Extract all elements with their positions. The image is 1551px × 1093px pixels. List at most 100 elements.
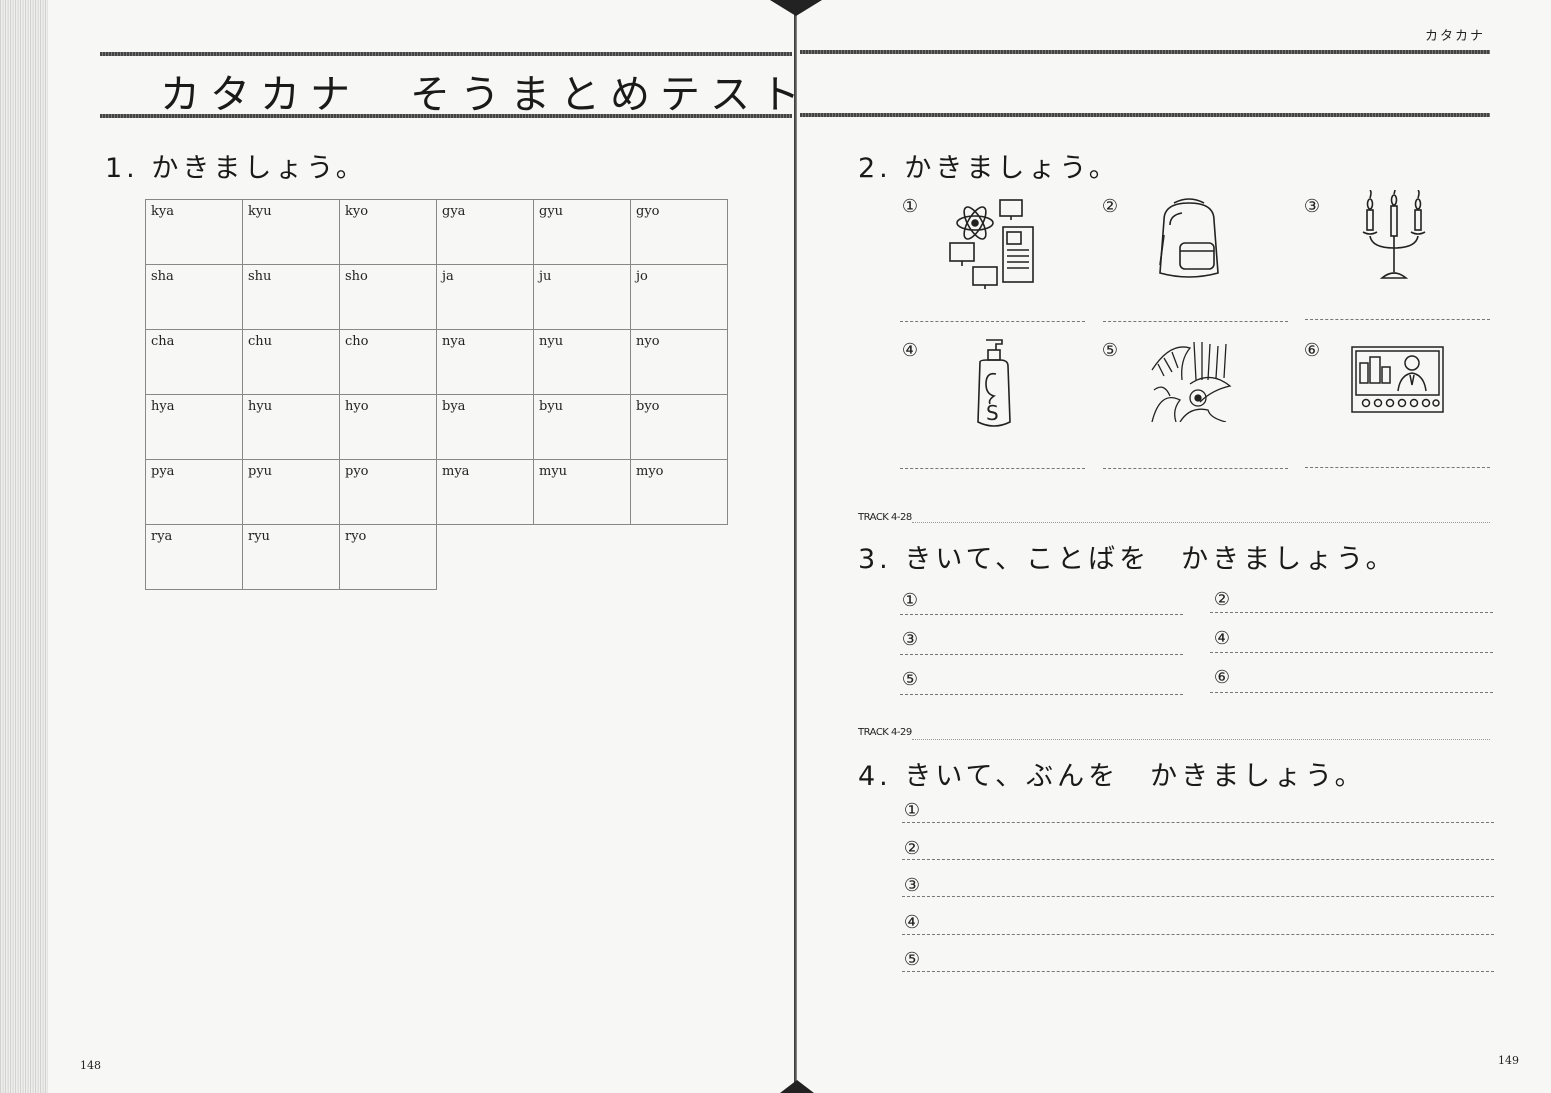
page-edge bbox=[0, 0, 48, 1093]
answer-line[interactable] bbox=[1103, 468, 1288, 469]
title-rule-bottom-right bbox=[800, 113, 1490, 117]
grid-cell[interactable]: sho bbox=[339, 264, 437, 330]
grid-cell[interactable]: gyu bbox=[533, 199, 631, 265]
title-rule-bottom-left bbox=[100, 114, 792, 118]
grid-cell[interactable]: chu bbox=[242, 329, 340, 395]
item-number: ① bbox=[903, 800, 921, 821]
answer-line[interactable] bbox=[902, 971, 1494, 972]
backpack-icon bbox=[1152, 195, 1227, 280]
grid-cell[interactable]: hyu bbox=[242, 394, 340, 460]
grid-cell[interactable]: hyo bbox=[339, 394, 437, 460]
grid-cell[interactable]: ju bbox=[533, 264, 631, 330]
grid-row: pya pyu pyo mya myu myo bbox=[145, 459, 728, 525]
grid-cell[interactable]: myu bbox=[533, 459, 631, 525]
grid-cell[interactable]: gyo bbox=[630, 199, 728, 265]
grid-row: kya kyu kyo gya gyu gyo bbox=[145, 199, 728, 265]
grid-cell[interactable]: byu bbox=[533, 394, 631, 460]
page-number-left: 148 bbox=[80, 1059, 101, 1072]
item-number: ⑤ bbox=[901, 669, 919, 690]
grid-cell[interactable]: ryu bbox=[242, 524, 340, 590]
grid-cell[interactable]: kyu bbox=[242, 199, 340, 265]
header-label: カタカナ bbox=[1425, 29, 1486, 44]
grid-cell[interactable]: pyo bbox=[339, 459, 437, 525]
answer-line[interactable] bbox=[902, 896, 1494, 897]
book-spine bbox=[794, 0, 797, 1093]
title-rule-top-left bbox=[100, 52, 792, 56]
romaji-grid: kya kyu kyo gya gyu gyo sha shu sho ja ju jo cha chu c… bbox=[145, 199, 728, 590]
answer-line[interactable] bbox=[1305, 467, 1490, 468]
item-number: ④ bbox=[1213, 628, 1231, 649]
item-number: ⑤ bbox=[903, 949, 921, 970]
grid-cell[interactable]: pyu bbox=[242, 459, 340, 525]
grid-cell[interactable]: jo bbox=[630, 264, 728, 330]
grid-cell[interactable]: bya bbox=[436, 394, 534, 460]
news-tv-icon bbox=[1350, 345, 1445, 415]
item-number: ④ bbox=[903, 912, 921, 933]
grid-cell[interactable]: gya bbox=[436, 199, 534, 265]
spine-top-shadow bbox=[770, 0, 822, 16]
track-divider bbox=[912, 522, 1490, 523]
section4-heading: 4. きいて、ぶんを かきましょう。 bbox=[858, 761, 1366, 792]
grid-cell[interactable]: rya bbox=[145, 524, 243, 590]
page-title: カタカナ そうまとめテスト bbox=[160, 72, 810, 118]
grid-cell[interactable]: cho bbox=[339, 329, 437, 395]
computers-icon bbox=[945, 195, 1040, 290]
grid-cell[interactable]: shu bbox=[242, 264, 340, 330]
grid-cell[interactable]: mya bbox=[436, 459, 534, 525]
item-number: ③ bbox=[1303, 196, 1321, 217]
grid-cell[interactable]: kya bbox=[145, 199, 243, 265]
grid-row: cha chu cho nya nyu nyo bbox=[145, 329, 728, 395]
page-number-right: 149 bbox=[1498, 1054, 1519, 1067]
grid-cell[interactable]: nyo bbox=[630, 329, 728, 395]
grid-cell[interactable]: nyu bbox=[533, 329, 631, 395]
svg-text:S: S bbox=[986, 401, 999, 425]
track-label: TRACK 4-28 bbox=[858, 512, 912, 523]
spine-bottom-shadow bbox=[780, 1080, 814, 1093]
item-number: ② bbox=[1101, 196, 1119, 217]
item-number: ⑤ bbox=[1101, 340, 1119, 361]
grid-cell[interactable]: nya bbox=[436, 329, 534, 395]
answer-line[interactable] bbox=[1210, 652, 1493, 653]
shampoo-bottle-icon: S bbox=[968, 338, 1018, 430]
item-number: ④ bbox=[901, 340, 919, 361]
answer-line[interactable] bbox=[902, 822, 1494, 823]
answer-line[interactable] bbox=[900, 654, 1183, 655]
answer-line[interactable] bbox=[1210, 612, 1493, 613]
track-divider bbox=[912, 739, 1490, 740]
answer-line[interactable] bbox=[902, 859, 1494, 860]
answer-line[interactable] bbox=[900, 321, 1085, 322]
answer-line[interactable] bbox=[902, 934, 1494, 935]
section1-heading: 1. かきましょう。 bbox=[105, 153, 367, 184]
grid-cell[interactable]: myo bbox=[630, 459, 728, 525]
item-number: ⑥ bbox=[1303, 340, 1321, 361]
answer-line[interactable] bbox=[900, 614, 1183, 615]
item-number: ① bbox=[901, 590, 919, 611]
grid-row: hya hyu hyo bya byu byo bbox=[145, 394, 728, 460]
title-rule-top-right bbox=[800, 50, 1490, 54]
grid-cell[interactable]: sha bbox=[145, 264, 243, 330]
item-number: ③ bbox=[903, 875, 921, 896]
grid-row: sha shu sho ja ju jo bbox=[145, 264, 728, 330]
grid-cell[interactable]: cha bbox=[145, 329, 243, 395]
grid-cell[interactable]: ja bbox=[436, 264, 534, 330]
item-number: ③ bbox=[901, 629, 919, 650]
grid-cell-empty bbox=[631, 525, 728, 590]
item-number: ⑥ bbox=[1213, 667, 1231, 688]
item-number: ① bbox=[901, 196, 919, 217]
item-number: ② bbox=[1213, 589, 1231, 610]
grid-cell[interactable]: pya bbox=[145, 459, 243, 525]
answer-line[interactable] bbox=[1103, 321, 1288, 322]
grid-cell[interactable]: ryo bbox=[339, 524, 437, 590]
grid-cell[interactable]: hya bbox=[145, 394, 243, 460]
answer-line[interactable] bbox=[900, 468, 1085, 469]
answer-line[interactable] bbox=[1305, 319, 1490, 320]
track-label: TRACK 4-29 bbox=[858, 727, 912, 738]
answer-line[interactable] bbox=[1210, 692, 1493, 693]
candelabra-icon bbox=[1352, 190, 1437, 285]
grid-cell-empty bbox=[534, 525, 631, 590]
grid-cell[interactable]: byo bbox=[630, 394, 728, 460]
section3-heading: 3. きいて、ことばを かきましょう。 bbox=[858, 544, 1397, 575]
jungle-icon bbox=[1150, 340, 1232, 422]
answer-line[interactable] bbox=[900, 694, 1183, 695]
grid-cell[interactable]: kyo bbox=[339, 199, 437, 265]
